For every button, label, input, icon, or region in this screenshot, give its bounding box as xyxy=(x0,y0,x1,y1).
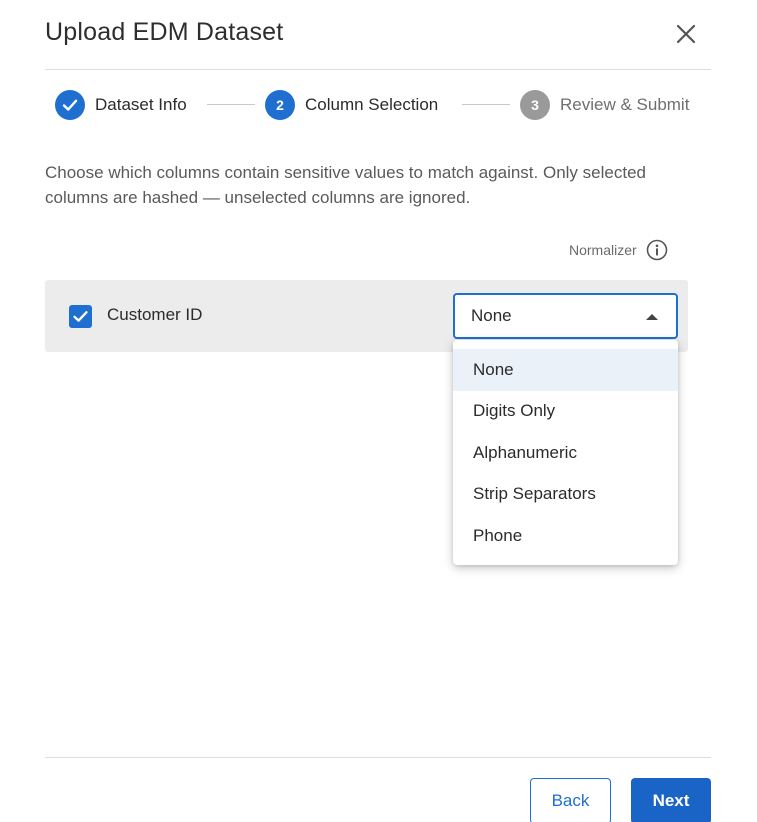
info-icon[interactable] xyxy=(646,239,668,261)
normalizer-label: Normalizer xyxy=(569,242,637,258)
dropdown-option-phone[interactable]: Phone xyxy=(453,515,678,557)
next-button[interactable]: Next xyxy=(631,778,711,822)
step-connector xyxy=(207,104,255,105)
normalizer-dropdown-menu: None Digits Only Alphanumeric Strip Sepa… xyxy=(453,340,678,565)
normalizer-select[interactable]: None xyxy=(453,293,678,339)
step-label: Review & Submit xyxy=(560,95,690,114)
dropdown-option-alphanumeric[interactable]: Alphanumeric xyxy=(453,432,678,474)
step-dataset-info: Dataset Info xyxy=(55,90,187,120)
close-icon xyxy=(676,24,696,44)
step-label: Column Selection xyxy=(305,95,439,114)
step-connector xyxy=(462,104,510,105)
step-complete-indicator xyxy=(55,90,85,120)
instructions-text: Choose which columns contain sensitive v… xyxy=(45,163,646,207)
step-number: 2 xyxy=(265,90,295,120)
step-column-selection: 2 Column Selection xyxy=(265,90,438,120)
dropdown-option-digits-only[interactable]: Digits Only xyxy=(453,391,678,433)
step-label: Dataset Info xyxy=(95,95,187,114)
step-review-submit: 3 Review & Submit xyxy=(520,90,689,120)
upload-edm-dialog: Upload EDM Dataset Dataset Info 2 Column… xyxy=(0,0,757,822)
dropdown-option-strip-separators[interactable]: Strip Separators xyxy=(453,474,678,516)
checkmark-icon xyxy=(72,308,89,325)
dropdown-option-none[interactable]: None xyxy=(453,349,678,391)
header-divider xyxy=(45,69,711,70)
step-number: 3 xyxy=(520,90,550,120)
footer-divider xyxy=(45,757,711,758)
close-button[interactable] xyxy=(672,20,700,48)
dialog-title: Upload EDM Dataset xyxy=(45,18,284,46)
back-button[interactable]: Back xyxy=(530,778,611,822)
column-name: Customer ID xyxy=(107,305,203,324)
normalizer-column-header: Normalizer xyxy=(569,239,668,261)
normalizer-select-value: None xyxy=(471,306,512,325)
caret-up-icon xyxy=(645,313,659,321)
checkmark-icon xyxy=(61,96,79,114)
column-checkbox[interactable] xyxy=(69,305,92,328)
